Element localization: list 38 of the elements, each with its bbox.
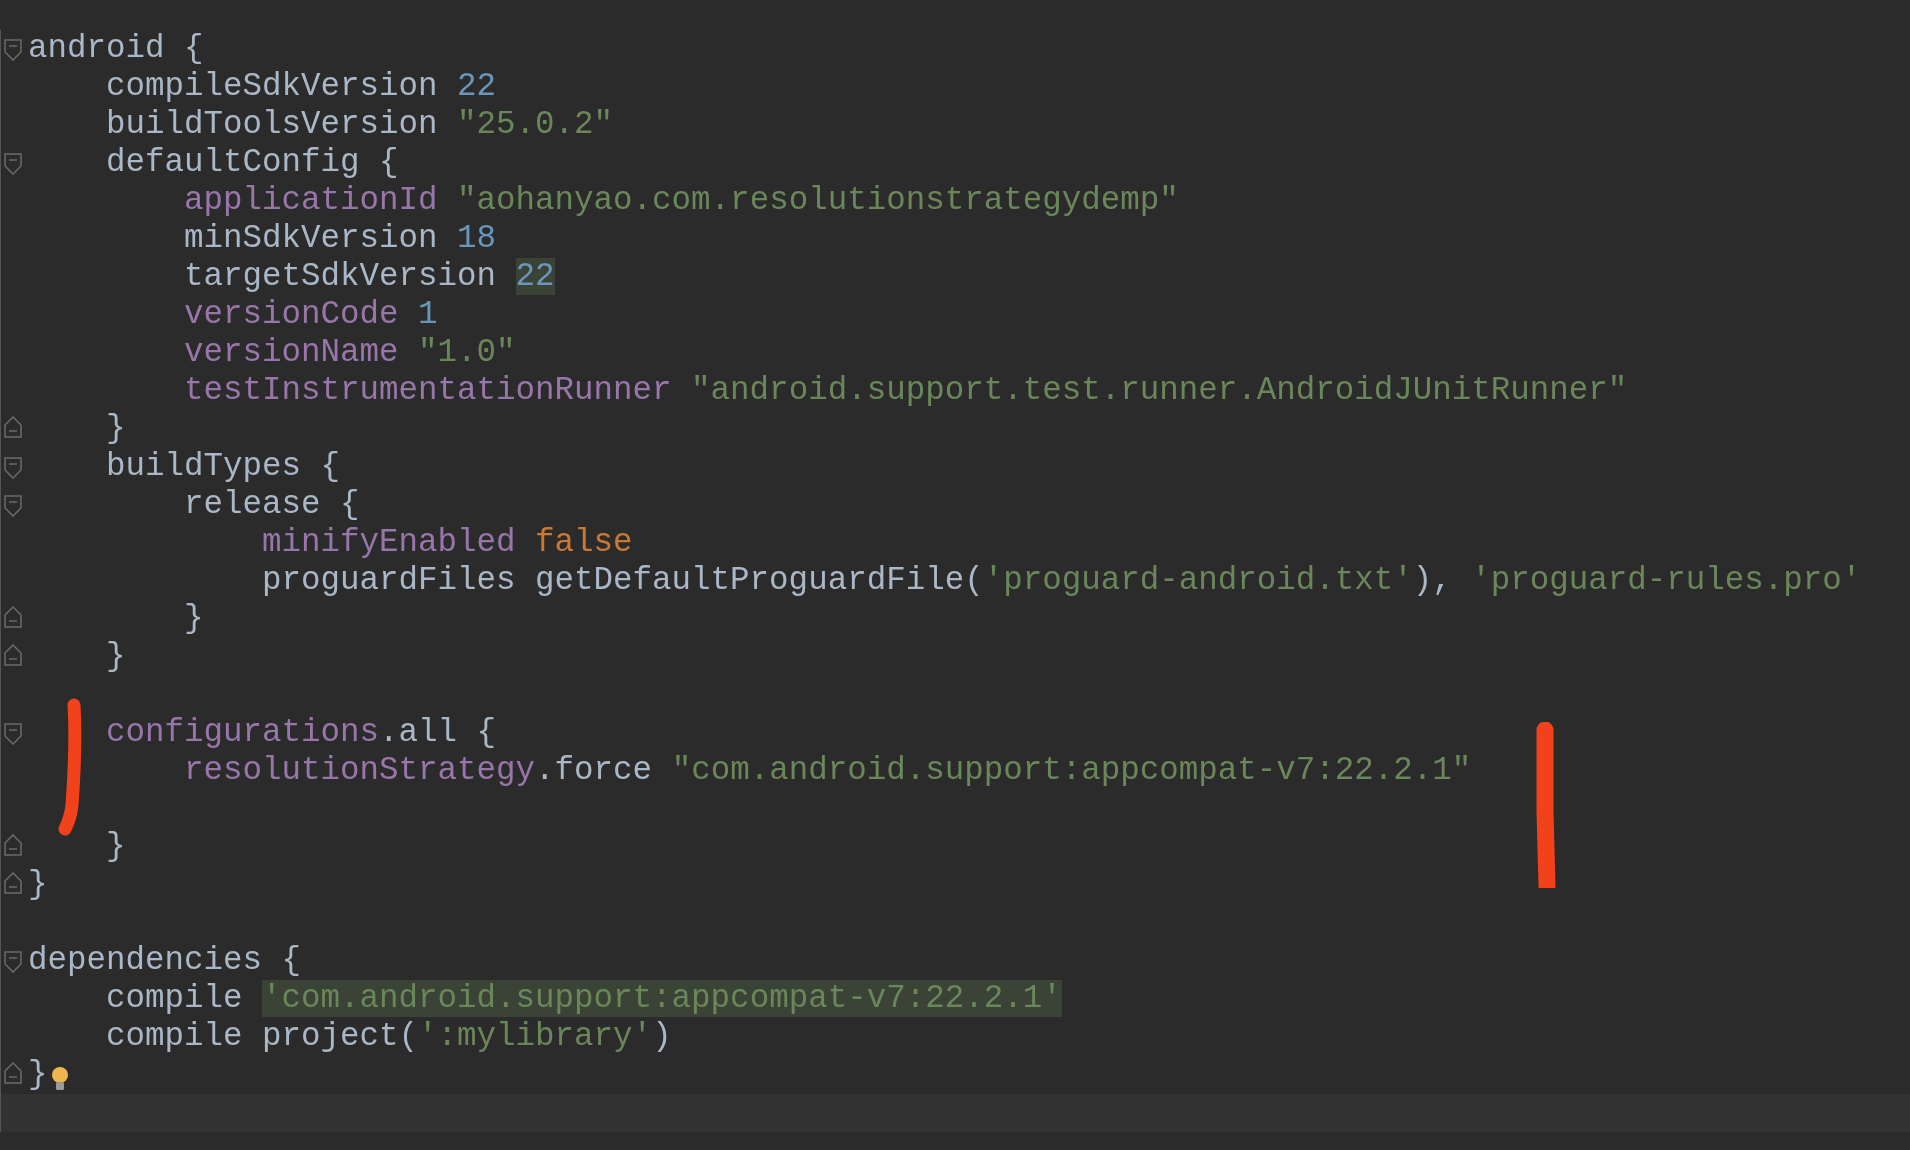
code-line: compile 'com.android.support:appcompat-v7:22.2.1' (105, 980, 1062, 1018)
code-line: compileSdkVersion 22 (105, 68, 497, 106)
fold-end-icon[interactable] (4, 872, 22, 894)
code-line: } (105, 828, 126, 866)
code-line: } (28, 866, 48, 904)
code-line: versionCode 1 (183, 296, 438, 334)
code-line: } (28, 1056, 48, 1094)
fold-end-icon[interactable] (4, 834, 22, 856)
code-line: buildToolsVersion "25.0.2" (105, 106, 614, 144)
fold-icon[interactable] (4, 153, 22, 175)
fold-end-icon[interactable] (4, 606, 22, 628)
fold-icon[interactable] (4, 39, 22, 61)
fold-end-icon[interactable] (4, 1062, 22, 1084)
code-line: defaultConfig { (105, 144, 399, 182)
code-line: release { (183, 486, 360, 524)
code-line: } (183, 600, 204, 638)
code-line: testInstrumentationRunner "android.support.test.runner.AndroidJUnitRunner" (183, 372, 1628, 410)
code-line: minSdkVersion 18 (183, 220, 497, 258)
code-line: versionName "1.0" (183, 334, 516, 372)
code-line: targetSdkVersion 22 (183, 258, 555, 296)
fold-icon[interactable] (4, 951, 22, 973)
code-line: minifyEnabled false (261, 524, 633, 562)
code-line: resolutionStrategy.force "com.android.support:appcompat-v7:22.2.1" (183, 752, 1472, 790)
fold-icon[interactable] (4, 495, 22, 517)
code-line: dependencies { (28, 942, 302, 980)
fold-end-icon[interactable] (4, 644, 22, 666)
code-line: buildTypes { (105, 448, 341, 486)
fold-end-icon[interactable] (4, 416, 22, 438)
code-line: } (105, 638, 126, 676)
code-line: configurations.all { (105, 714, 497, 752)
fold-icon[interactable] (4, 723, 22, 745)
code-line: applicationId "aohanyao.com.resolutionstrategydemp" (183, 182, 1179, 220)
code-line: proguardFiles getDefaultProguardFile('proguard-android.txt'), 'proguard-rules.pro' (261, 562, 1862, 600)
code-line: android { (28, 30, 204, 68)
fold-icon[interactable] (4, 457, 22, 479)
code-line: } (105, 410, 126, 448)
lightbulb-icon[interactable] (49, 1066, 70, 1092)
code-line: compile project(':mylibrary') (105, 1018, 672, 1056)
